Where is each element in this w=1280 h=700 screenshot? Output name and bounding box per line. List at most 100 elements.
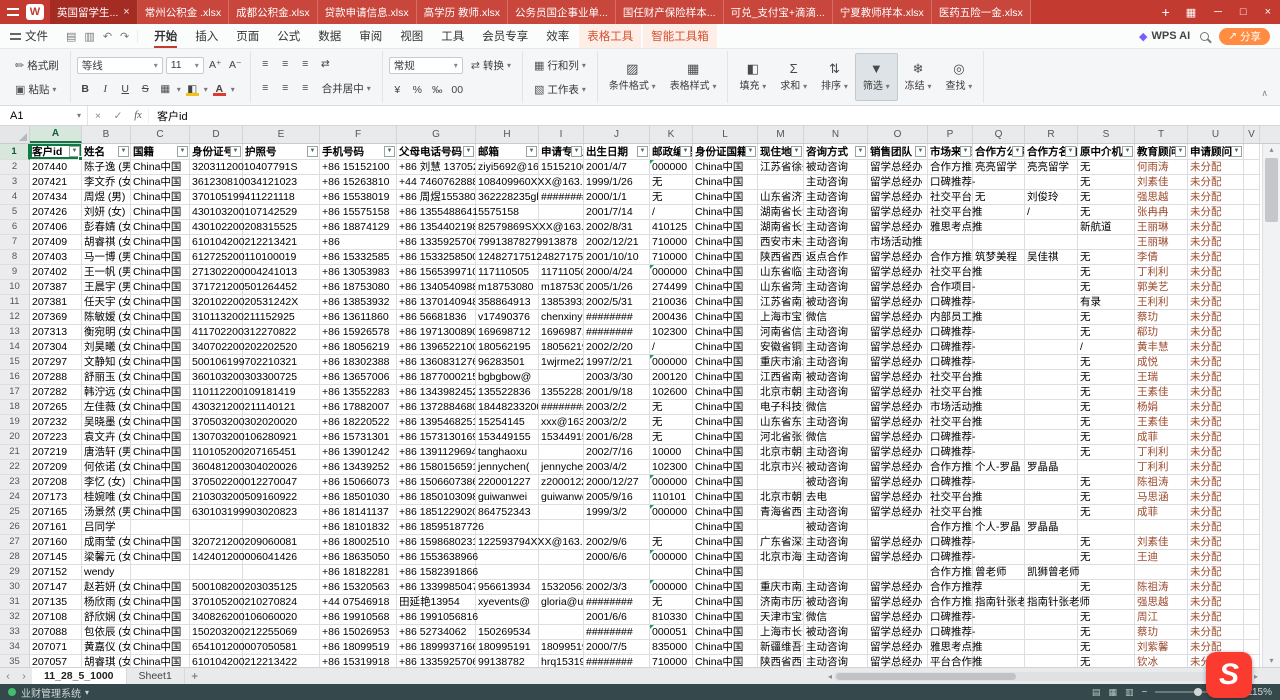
cell[interactable]: 无 bbox=[1078, 355, 1135, 370]
cell[interactable]: 2001/4/7 bbox=[584, 160, 650, 175]
row-number[interactable]: 13 bbox=[0, 325, 30, 340]
cell[interactable] bbox=[1078, 460, 1135, 475]
cell[interactable]: +86 18141137 bbox=[320, 505, 397, 520]
cell[interactable] bbox=[476, 565, 539, 580]
filter-dropdown-icon[interactable]: ▼ bbox=[791, 146, 802, 157]
bold-button[interactable]: B bbox=[77, 81, 94, 97]
cell[interactable]: 刘昊曦 (女 bbox=[82, 340, 131, 355]
cell[interactable]: 000000 bbox=[650, 580, 693, 595]
cell[interactable]: 被动咨询 bbox=[804, 625, 868, 640]
cell[interactable]: 360103200303300725 bbox=[190, 370, 243, 385]
column-header-L[interactable]: L bbox=[693, 126, 758, 143]
cell[interactable]: China中国 bbox=[131, 280, 190, 295]
cell[interactable]: China中国 bbox=[693, 310, 758, 325]
filter-dropdown-icon[interactable]: ▼ bbox=[1065, 146, 1076, 157]
cell[interactable] bbox=[584, 565, 650, 580]
cell[interactable]: 刘妍 (女) bbox=[82, 205, 131, 220]
cell[interactable]: / bbox=[1078, 340, 1135, 355]
cell[interactable]: 合作方推荐 bbox=[928, 460, 973, 475]
column-header-K[interactable]: K bbox=[650, 126, 693, 143]
cell[interactable] bbox=[1025, 640, 1078, 655]
cell[interactable]: China中国 bbox=[693, 610, 758, 625]
cell[interactable]: 刘素佳 bbox=[1135, 175, 1188, 190]
cell[interactable]: 留学总经办 bbox=[868, 175, 928, 190]
cell[interactable] bbox=[1244, 190, 1260, 205]
cell[interactable]: 360481200304020026 bbox=[190, 460, 243, 475]
cell[interactable]: 微信 bbox=[804, 400, 868, 415]
cell[interactable]: 207232 bbox=[30, 415, 82, 430]
cell[interactable]: 371721200501264452 bbox=[190, 280, 243, 295]
cell[interactable]: 留学总经办 bbox=[868, 400, 928, 415]
cell[interactable]: 留学总经办 bbox=[868, 310, 928, 325]
document-tab[interactable]: 可兑_支付宝+滴滴... bbox=[724, 0, 833, 24]
cell[interactable]: 主动咨询 bbox=[804, 640, 868, 655]
cell[interactable]: +86 1396522100 bbox=[397, 340, 476, 355]
cell[interactable]: 姓名▼ bbox=[82, 144, 131, 160]
cell[interactable]: 吴晓墨 (女 bbox=[82, 415, 131, 430]
cell[interactable]: 未分配 bbox=[1188, 325, 1244, 340]
menu-item-5[interactable]: 审阅 bbox=[351, 24, 390, 48]
cell[interactable]: 留学总经办 bbox=[868, 355, 928, 370]
cell[interactable]: 留学总经办 bbox=[868, 370, 928, 385]
cell[interactable]: 口碑推荐- bbox=[928, 445, 973, 460]
cell[interactable]: +86 15026953 bbox=[320, 625, 397, 640]
cell[interactable]: 未分配 bbox=[1188, 310, 1244, 325]
cell[interactable]: 留学总经办 bbox=[868, 205, 928, 220]
cell[interactable] bbox=[1025, 280, 1078, 295]
cell[interactable]: +86 1335925706 bbox=[397, 655, 476, 667]
cell[interactable]: 169698712 bbox=[539, 325, 584, 340]
cell[interactable]: China中国 bbox=[693, 565, 758, 580]
cell[interactable]: 口碑推荐- bbox=[928, 430, 973, 445]
row-number[interactable]: 2 bbox=[0, 160, 30, 175]
cell[interactable]: 1999/3/2 bbox=[584, 505, 650, 520]
cell[interactable] bbox=[868, 520, 928, 535]
cell[interactable] bbox=[1078, 520, 1135, 535]
cell[interactable]: 被动咨询 bbox=[804, 520, 868, 535]
cell[interactable]: 150269534 bbox=[476, 625, 539, 640]
cell[interactable] bbox=[539, 205, 584, 220]
cell[interactable]: 无 bbox=[650, 595, 693, 610]
cell[interactable]: 2002/7/16 bbox=[584, 445, 650, 460]
confirm-icon[interactable]: ✓ bbox=[108, 110, 128, 122]
document-tab[interactable]: 成都公积金.xlsx bbox=[229, 0, 318, 24]
font-size-select[interactable]: 11▾ bbox=[166, 57, 204, 74]
strikethrough-button[interactable]: S bbox=[137, 81, 154, 97]
cell[interactable]: +86 18595187726 bbox=[397, 520, 476, 535]
cell[interactable]: China中国 bbox=[131, 325, 190, 340]
cell[interactable]: 包依辰 (女 bbox=[82, 625, 131, 640]
cell[interactable]: China中国 bbox=[131, 490, 190, 505]
cell[interactable]: 强思越 bbox=[1135, 595, 1188, 610]
cell[interactable]: 153449155 bbox=[476, 430, 539, 445]
cell[interactable]: 国籍▼ bbox=[131, 144, 190, 160]
cell[interactable]: 207165 bbox=[30, 505, 82, 520]
cell[interactable]: 口碑推荐- bbox=[928, 295, 973, 310]
filter-dropdown-icon[interactable]: ▼ bbox=[1231, 146, 1242, 157]
cell[interactable]: +86 1340540988 bbox=[397, 280, 476, 295]
cell[interactable]: 留学总经办 bbox=[868, 535, 928, 550]
cell[interactable] bbox=[131, 520, 190, 535]
cell[interactable]: +86 18753080 bbox=[320, 280, 397, 295]
document-tab[interactable]: 医药五险一金.xlsx bbox=[932, 0, 1031, 24]
cell[interactable]: 护照号▼ bbox=[243, 144, 320, 160]
cell[interactable]: 微信 bbox=[804, 310, 868, 325]
cell[interactable]: +44 07546918 bbox=[320, 595, 397, 610]
cell[interactable]: +86 18056219 bbox=[320, 340, 397, 355]
cell[interactable] bbox=[1244, 490, 1260, 505]
cell[interactable]: bgbgbow@ bbox=[476, 370, 539, 385]
cell[interactable]: 220001227 bbox=[476, 475, 539, 490]
cell[interactable] bbox=[758, 520, 804, 535]
filter-dropdown-icon[interactable]: ▼ bbox=[960, 146, 971, 157]
cell[interactable]: 留学总经办 bbox=[868, 490, 928, 505]
file-menu-button[interactable]: 文件 bbox=[0, 28, 58, 44]
cell[interactable]: +86 18099519 bbox=[320, 640, 397, 655]
row-number[interactable]: 28 bbox=[0, 550, 30, 565]
cell[interactable]: 马一博 (男 bbox=[82, 250, 131, 265]
cell[interactable] bbox=[758, 565, 804, 580]
cell[interactable]: 吕同学 bbox=[82, 520, 131, 535]
cell[interactable]: 亮亮留学 bbox=[1025, 160, 1078, 175]
document-tab[interactable]: 英国留学生...× bbox=[50, 0, 138, 24]
cell[interactable]: 北京市海淀区 bbox=[758, 550, 804, 565]
cell[interactable]: 济南市历下区 bbox=[758, 595, 804, 610]
cell[interactable]: 左佳薇 (女 bbox=[82, 400, 131, 415]
cell[interactable]: 留学总经办 bbox=[868, 250, 928, 265]
